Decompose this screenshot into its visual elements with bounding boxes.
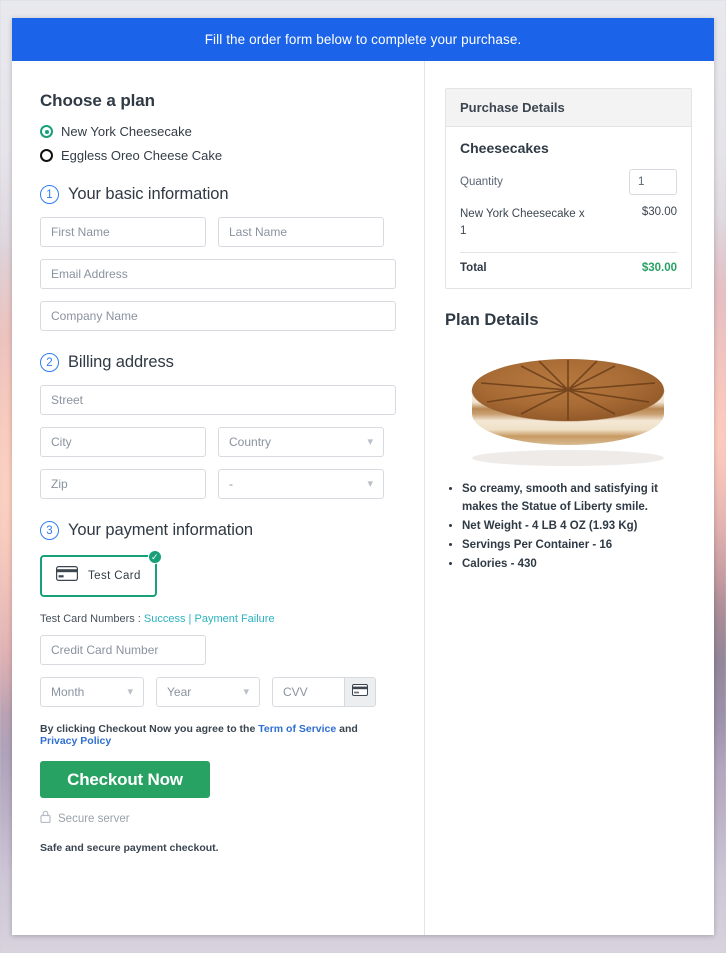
country-select-value: Country	[229, 435, 272, 449]
payment-failure-link[interactable]: Payment Failure	[194, 613, 274, 625]
total-row: Total $30.00	[460, 262, 677, 274]
step-2-header: 2 Billing address	[40, 353, 396, 372]
line-item-amount: $30.00	[641, 206, 677, 218]
card-icon	[352, 683, 368, 701]
month-select[interactable]: Month ▾	[40, 677, 144, 707]
street-row: Street	[40, 385, 396, 415]
choose-plan-title: Choose a plan	[40, 91, 155, 110]
plan-option-new-york-cheesecake[interactable]: New York Cheesecake	[40, 124, 396, 139]
quantity-label: Quantity	[460, 176, 503, 188]
step-2-title: Billing address	[68, 353, 174, 371]
credit-card-icon	[56, 566, 78, 586]
plan-option-label: New York Cheesecake	[61, 124, 192, 139]
total-amount: $30.00	[641, 262, 677, 275]
purchase-details-header: Purchase Details	[446, 89, 691, 127]
purchase-details-panel: Purchase Details Cheesecakes Quantity 1 …	[445, 88, 692, 290]
banner-text: Fill the order form below to complete yo…	[204, 32, 522, 47]
zip-state-row: Zip - ▾	[40, 469, 396, 499]
step-3-title: Your payment information	[68, 521, 254, 539]
card-number-row: Credit Card Number	[40, 635, 396, 665]
secure-server-label: Secure server	[58, 813, 130, 825]
purchase-details-body: Cheesecakes Quantity 1 New York Cheeseca…	[446, 127, 691, 288]
test-card-label: Test Card	[88, 570, 141, 582]
terms-agreement-text: By clicking Checkout Now you agree to th…	[40, 723, 396, 747]
privacy-policy-link[interactable]: Privacy Policy	[40, 735, 111, 747]
agree-middle: and	[336, 723, 358, 735]
step-3-header: 3 Your payment information	[40, 521, 396, 540]
header-banner: Fill the order form below to complete yo…	[12, 18, 714, 61]
cvv-input[interactable]: CVV	[272, 677, 344, 707]
success-link[interactable]: Success	[144, 613, 186, 625]
plan-image-wrapper	[445, 342, 692, 467]
plan-option-label: Eggless Oreo Cheese Cake	[61, 148, 223, 163]
first-name-input[interactable]: First Name	[40, 217, 206, 247]
name-fields-row: First Name Last Name	[40, 217, 396, 247]
state-select[interactable]: - ▾	[218, 469, 384, 499]
check-circle-icon: ✓	[147, 550, 162, 564]
email-row: Email Address	[40, 259, 396, 289]
step-1-title: Your basic information	[68, 185, 229, 203]
chevron-down-icon: ▾	[243, 685, 249, 698]
plan-details-title: Plan Details	[445, 311, 539, 330]
lock-icon	[40, 810, 51, 828]
chevron-down-icon: ▾	[367, 435, 373, 448]
month-select-value: Month	[51, 685, 85, 699]
year-select-value: Year	[167, 685, 192, 699]
secure-server-row: Secure server	[40, 810, 396, 828]
plan-option-eggless-oreo-cheese-cake[interactable]: Eggless Oreo Cheese Cake	[40, 148, 396, 163]
checkout-now-button[interactable]: Checkout Now	[40, 761, 210, 798]
quantity-input[interactable]: 1	[629, 169, 677, 195]
year-select[interactable]: Year ▾	[156, 677, 260, 707]
list-item: Calories - 430	[462, 556, 692, 574]
expiry-cvv-row: Month ▾ Year ▾ CVV	[40, 677, 396, 707]
checkout-card: Fill the order form below to complete yo…	[12, 18, 714, 935]
plan-feature-list: So creamy, smooth and satisfying it make…	[445, 481, 692, 573]
city-input[interactable]: City	[40, 427, 206, 457]
purchase-details-subtitle: Cheesecakes	[460, 140, 549, 156]
radio-selected-icon[interactable]	[40, 125, 53, 138]
test-numbers-prefix: Test Card Numbers :	[40, 613, 144, 625]
content-columns: Choose a plan New York Cheesecake Eggles…	[12, 61, 714, 935]
step-3-number: 3	[40, 521, 59, 540]
email-input[interactable]: Email Address	[40, 259, 396, 289]
last-name-input[interactable]: Last Name	[218, 217, 384, 247]
list-item: So creamy, smooth and satisfying it make…	[462, 481, 692, 517]
radio-unselected-icon[interactable]	[40, 149, 53, 162]
chevron-down-icon: ▾	[127, 685, 133, 698]
cvv-field-group: CVV	[272, 677, 376, 707]
total-label: Total	[460, 262, 487, 275]
agree-prefix: By clicking Checkout Now you agree to th…	[40, 723, 259, 735]
cheesecake-photo	[471, 359, 665, 467]
test-card-method-button[interactable]: Test Card ✓	[40, 550, 162, 597]
step-1-number: 1	[40, 185, 59, 204]
test-card-numbers-note: Test Card Numbers : Success | Payment Fa…	[40, 613, 396, 625]
company-row: Company Name	[40, 301, 396, 331]
summary-column: Purchase Details Cheesecakes Quantity 1 …	[424, 61, 714, 935]
country-select[interactable]: Country ▾	[218, 427, 384, 457]
state-select-value: -	[229, 477, 233, 491]
safe-payment-note: Safe and secure payment checkout.	[40, 842, 219, 854]
credit-card-number-input[interactable]: Credit Card Number	[40, 635, 206, 665]
street-input[interactable]: Street	[40, 385, 396, 415]
city-country-row: City Country ▾	[40, 427, 396, 457]
line-item-name: New York Cheesecake x 1	[460, 208, 585, 237]
quantity-row: Quantity 1	[460, 169, 677, 195]
terms-of-service-link[interactable]: Term of Service	[258, 723, 336, 735]
zip-input[interactable]: Zip	[40, 469, 206, 499]
list-item: Net Weight - 4 LB 4 OZ (1.93 Kg)	[462, 518, 692, 536]
company-name-input[interactable]: Company Name	[40, 301, 396, 331]
cvv-card-icon-button[interactable]	[344, 677, 376, 707]
chevron-down-icon: ▾	[367, 477, 373, 490]
step-2-number: 2	[40, 353, 59, 372]
line-item-row: New York Cheesecake x 1 $30.00	[460, 206, 677, 239]
divider	[460, 252, 677, 254]
list-item: Servings Per Container - 16	[462, 537, 692, 555]
order-form-column: Choose a plan New York Cheesecake Eggles…	[12, 61, 424, 935]
step-1-header: 1 Your basic information	[40, 185, 396, 204]
